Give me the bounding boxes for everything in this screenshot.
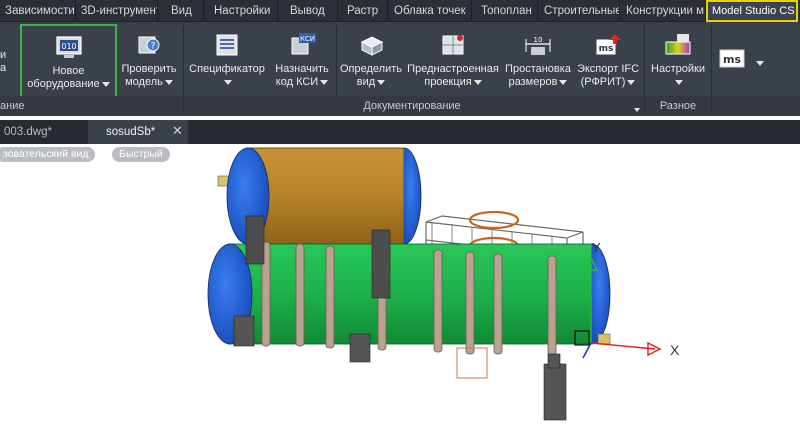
- svg-text:ms: ms: [599, 44, 614, 54]
- tab-settings[interactable]: Настройки: [204, 0, 278, 22]
- new-equipment-button[interactable]: 010 Новое оборудование: [20, 24, 117, 98]
- axis-y-label: Y: [592, 240, 601, 255]
- panel-label-misc: Разное: [659, 100, 697, 112]
- ksi-icon: КСИ: [291, 33, 316, 55]
- chevron-down-icon: [164, 79, 173, 85]
- tab-topoplan[interactable]: Топоплан: [472, 0, 538, 22]
- chevron-down-icon: [101, 81, 110, 87]
- ribbon-tab-bar: Зависимости 3D-инструмент Вид Настройки …: [0, 0, 800, 22]
- export-ifc-icon: ms: [596, 34, 621, 55]
- panel-footer-extra: [712, 96, 800, 116]
- assign-ksi-button[interactable]: КСИ Назначить код КСИ: [270, 24, 334, 98]
- chevron-down-icon: [320, 79, 329, 85]
- tab-output[interactable]: Вывод: [278, 0, 338, 22]
- preset-projection-button[interactable]: Преднастроенная проекция: [405, 24, 501, 98]
- ms-logo-icon: ms: [719, 49, 745, 68]
- settings-button[interactable]: Настройки: [647, 24, 709, 98]
- specifier-button[interactable]: Спецификатор: [186, 24, 268, 98]
- settings-icon: [665, 34, 691, 55]
- check-model-icon: ?: [138, 36, 160, 54]
- ms-logo-button[interactable]: ms: [716, 24, 748, 98]
- tab-construction[interactable]: Строительные: [538, 0, 620, 22]
- svg-text:010: 010: [61, 42, 76, 51]
- 3d-model-scene: [207, 147, 662, 421]
- model-viewport[interactable]: зовательский вид Быстрый Y X: [0, 144, 800, 428]
- close-icon[interactable]: ✕: [172, 124, 184, 137]
- tab-view[interactable]: Вид: [158, 0, 204, 22]
- svg-text:КСИ: КСИ: [300, 35, 315, 43]
- check-model-button[interactable]: ? Проверить модель: [118, 24, 180, 98]
- panel-label-left: ание: [0, 100, 25, 112]
- doc-tab-active[interactable]: sosudSb* ✕: [88, 120, 188, 144]
- svg-text:ms: ms: [723, 53, 741, 66]
- partial-left-button[interactable]: и а: [0, 2, 14, 76]
- chevron-down-icon: [675, 79, 683, 85]
- chevron-down-icon: [627, 79, 636, 85]
- new-equipment-icon: 010: [55, 36, 82, 58]
- dimensions-icon: 10: [525, 36, 551, 55]
- chevron-down-icon: [756, 60, 764, 66]
- chevron-down-icon: [377, 79, 386, 85]
- doc-tab-previous[interactable]: 003.dwg*: [0, 120, 86, 144]
- tab-raster[interactable]: Растр: [338, 0, 388, 22]
- chevron-down-icon: [473, 79, 482, 85]
- lower-vessel: [207, 215, 611, 421]
- panel-footer-left: [0, 96, 183, 116]
- ms-dropdown-arrow[interactable]: [754, 57, 764, 66]
- axis-x-label: X: [670, 342, 680, 358]
- export-ifc-button[interactable]: ms Экспорт IFC (РФРИТ): [575, 24, 641, 98]
- tab-model-studio-cs[interactable]: Model Studio CS: [706, 0, 798, 22]
- panel-label-documenting: Документирование: [363, 100, 461, 112]
- chevron-down-icon: [224, 79, 232, 85]
- define-view-button[interactable]: Определить вид: [338, 24, 404, 98]
- document-tabs: 003.dwg* sosudSb* ✕: [0, 120, 800, 144]
- tab-3d-tools[interactable]: 3D-инструмент: [76, 0, 158, 22]
- panel-expand-arrow[interactable]: [632, 104, 640, 116]
- specifier-icon: [216, 34, 238, 56]
- svg-text:?: ?: [151, 42, 156, 52]
- view-icon: [360, 36, 384, 56]
- tab-point-clouds[interactable]: Облака точек: [388, 0, 472, 22]
- tab-structures[interactable]: Конструкции м: [620, 0, 706, 22]
- dimension-placement-button[interactable]: 10 Простановка размеров: [502, 24, 574, 98]
- svg-text:10: 10: [534, 36, 543, 44]
- chevron-down-icon: [559, 79, 568, 85]
- chevron-down-icon: [634, 108, 640, 113]
- projection-icon: [442, 35, 464, 55]
